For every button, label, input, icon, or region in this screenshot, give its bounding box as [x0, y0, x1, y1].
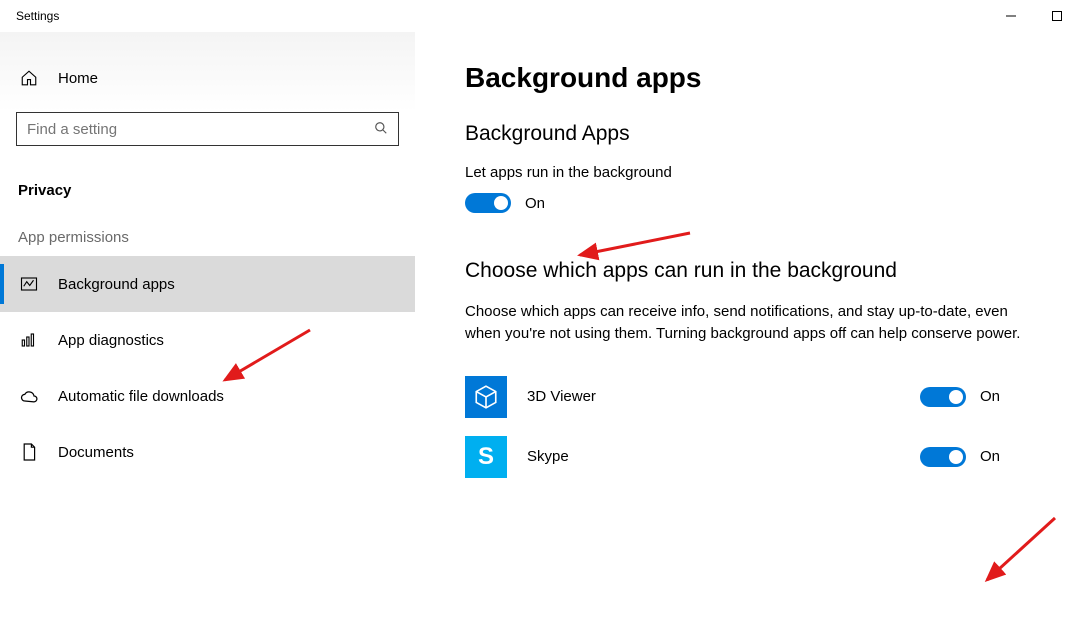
home-link[interactable]: Home: [0, 52, 415, 104]
search-box[interactable]: [16, 112, 399, 146]
content-pane: Background apps Background Apps Let apps…: [415, 32, 1080, 626]
cube-icon: [465, 376, 507, 418]
sidebar-item-label: Automatic file downloads: [58, 388, 224, 405]
category-heading: Privacy: [0, 170, 415, 229]
sidebar-item-app-diagnostics[interactable]: App diagnostics: [0, 312, 415, 368]
app-row-skype: S Skype On: [465, 427, 1050, 487]
section-heading-choose: Choose which apps can run in the backgro…: [465, 259, 1050, 283]
master-toggle[interactable]: On: [465, 193, 545, 213]
activity-icon: [18, 275, 40, 293]
toggle-track: [920, 447, 966, 467]
toggle-track: [920, 387, 966, 407]
toggle-track: [465, 193, 511, 213]
search-icon: [374, 121, 388, 138]
search-input[interactable]: [27, 121, 374, 138]
section-label: App permissions: [0, 229, 415, 256]
page-title: Background apps: [465, 62, 1050, 94]
cloud-icon: [18, 388, 40, 404]
diagnostics-icon: [18, 331, 40, 349]
sidebar-item-automatic-file-downloads[interactable]: Automatic file downloads: [0, 368, 415, 424]
app-toggle-state: On: [980, 388, 1000, 405]
sidebar-item-label: Background apps: [58, 276, 175, 293]
sidebar: Home Privacy App permissions Background …: [0, 32, 415, 626]
window-controls: [988, 0, 1080, 32]
master-toggle-state: On: [525, 195, 545, 212]
sidebar-item-label: Documents: [58, 444, 134, 461]
window-title: Settings: [16, 9, 59, 23]
titlebar: Settings: [0, 0, 1080, 32]
skype-icon: S: [465, 436, 507, 478]
app-row-3d-viewer: 3D Viewer On: [465, 367, 1050, 427]
maximize-button[interactable]: [1034, 0, 1080, 32]
app-name: Skype: [527, 448, 920, 465]
app-toggle-3d-viewer[interactable]: On: [920, 387, 1000, 407]
sidebar-item-background-apps[interactable]: Background apps: [0, 256, 415, 312]
app-toggle-state: On: [980, 448, 1000, 465]
section-description: Choose which apps can receive info, send…: [465, 301, 1025, 345]
sidebar-item-documents[interactable]: Documents: [0, 424, 415, 480]
home-icon: [18, 69, 40, 87]
minimize-button[interactable]: [988, 0, 1034, 32]
app-name: 3D Viewer: [527, 388, 920, 405]
master-toggle-label: Let apps run in the background: [465, 164, 1050, 181]
home-label: Home: [58, 70, 98, 87]
app-toggle-skype[interactable]: On: [920, 447, 1000, 467]
document-icon: [18, 442, 40, 462]
section-heading-master: Background Apps: [465, 122, 1050, 146]
sidebar-item-label: App diagnostics: [58, 332, 164, 349]
